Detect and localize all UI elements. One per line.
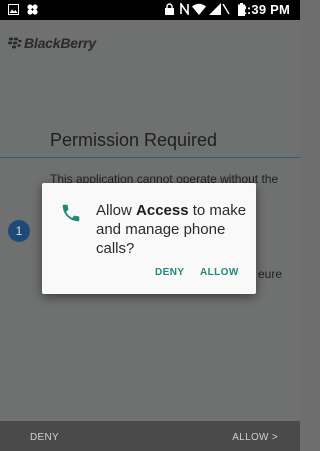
deny-button[interactable]: DENY <box>155 267 184 278</box>
no-sim-icon <box>222 3 230 15</box>
nav-allow-button[interactable]: ALLOW > <box>232 432 278 443</box>
body-text-fragment: eure <box>258 267 283 281</box>
page-title: Permission Required <box>50 130 218 150</box>
phone-icon <box>62 204 80 222</box>
blackberry-logo-icon <box>8 37 22 49</box>
status-bar: 2:39 PM <box>0 0 300 20</box>
app-icon <box>27 4 38 15</box>
bottom-nav-bar: DENY ALLOW > <box>0 421 300 451</box>
app-name: Access <box>136 202 189 219</box>
status-time: 2:39 PM <box>239 2 290 17</box>
message-prefix: Allow <box>96 202 137 219</box>
wifi-icon <box>192 3 206 15</box>
nav-deny-button[interactable]: DENY <box>30 432 59 443</box>
permission-dialog: Allow Access to make and manage phone ca… <box>42 183 256 294</box>
brand-name: BlackBerry <box>24 35 96 51</box>
title-divider <box>0 157 300 158</box>
signal-icon <box>209 3 221 15</box>
allow-button[interactable]: ALLOW <box>200 267 239 278</box>
lock-icon <box>165 3 174 15</box>
dialog-message: Allow Access to make and manage phone ca… <box>96 201 250 258</box>
image-icon <box>8 4 19 15</box>
nfc-icon <box>180 3 189 15</box>
step-badge: 1 <box>8 220 30 242</box>
